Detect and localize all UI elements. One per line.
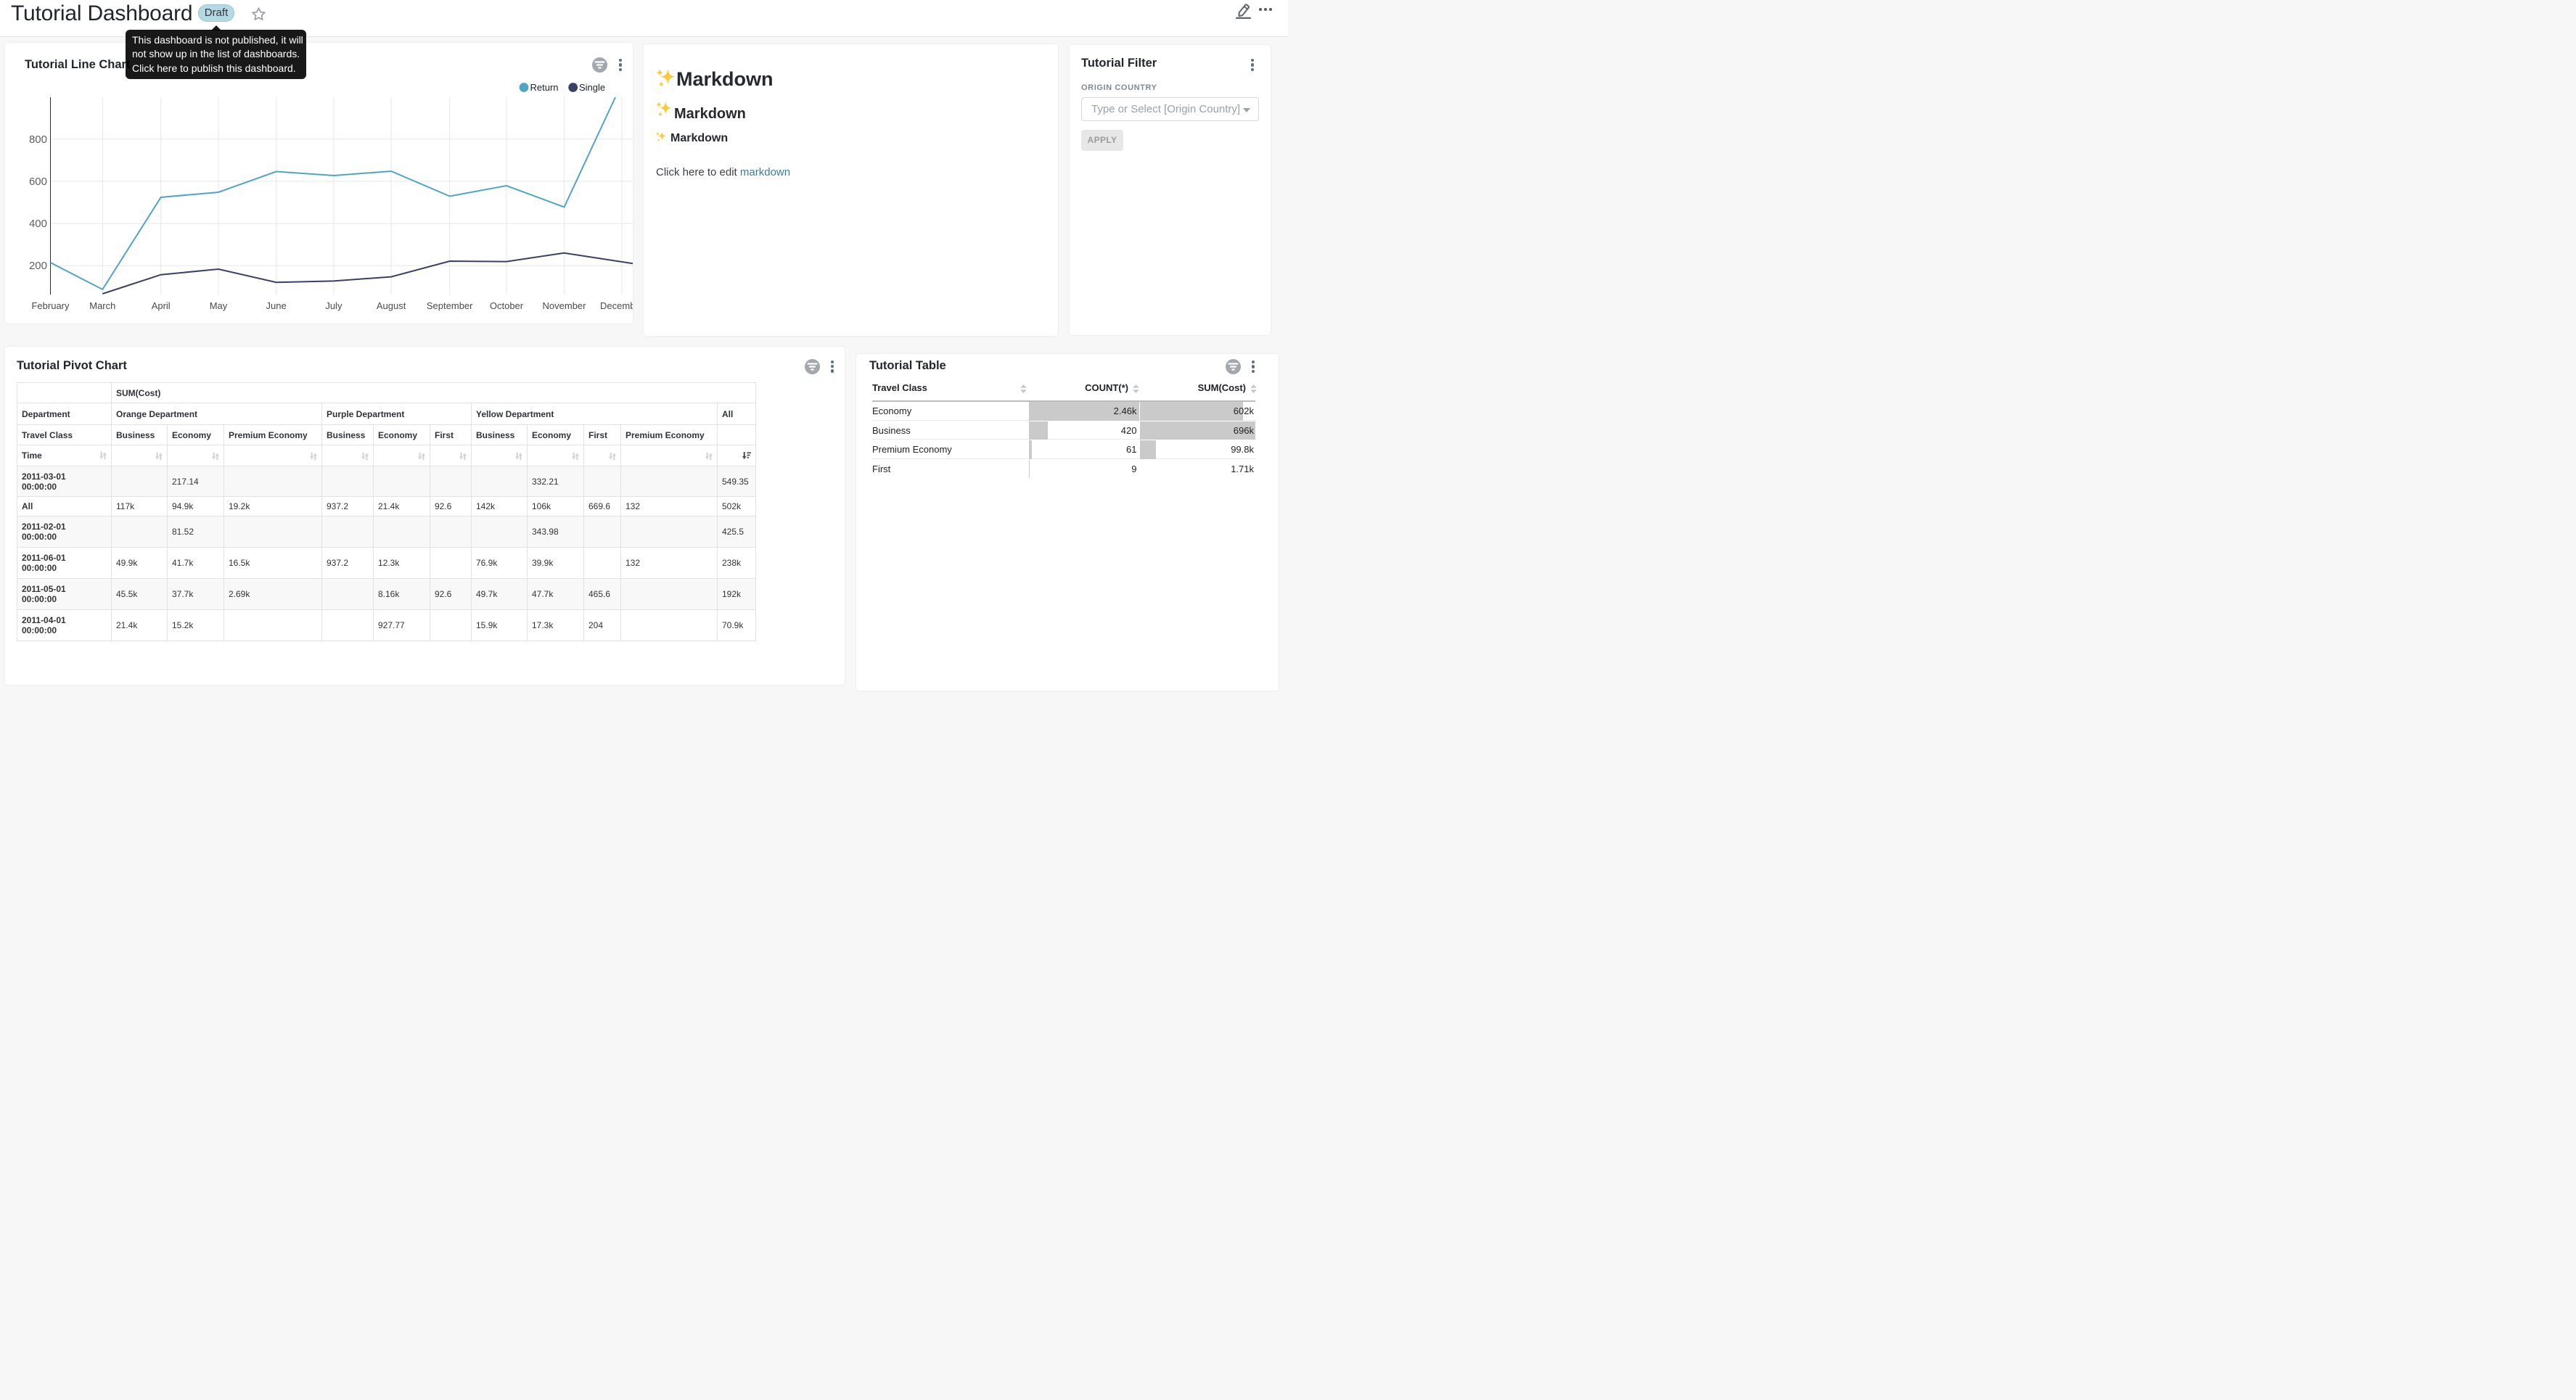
- svg-text:May: May: [210, 300, 228, 311]
- svg-text:July: July: [325, 300, 342, 311]
- svg-text:March: March: [89, 300, 115, 311]
- svg-text:200: 200: [29, 260, 47, 272]
- svg-text:Single: Single: [579, 82, 605, 93]
- svg-text:October: October: [490, 300, 524, 311]
- svg-text:June: June: [266, 300, 286, 311]
- svg-text:600: 600: [29, 176, 47, 188]
- svg-text:August: August: [377, 300, 406, 311]
- svg-text:December: December: [600, 300, 633, 311]
- svg-text:November: November: [543, 300, 587, 311]
- svg-text:400: 400: [29, 218, 47, 230]
- svg-text:Return: Return: [530, 82, 559, 93]
- svg-text:800: 800: [29, 133, 47, 146]
- svg-text:April: April: [152, 300, 171, 311]
- svg-text:September: September: [427, 300, 473, 311]
- svg-text:February: February: [31, 300, 70, 311]
